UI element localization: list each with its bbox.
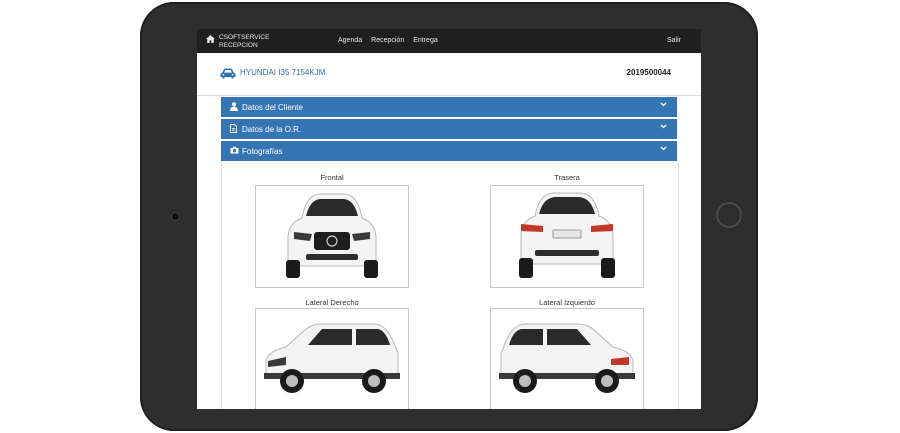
panel-order-data[interactable]: Datos de la O.R. (221, 119, 677, 139)
panel-photos[interactable]: Fotografías (221, 141, 677, 161)
nav-recepcion[interactable]: Recepción (371, 37, 404, 44)
app-screen: CSOFTSERVICE RECEPCION Agenda Recepción … (197, 29, 701, 409)
car-icon (220, 66, 236, 84)
document-icon (230, 124, 237, 135)
logout-link[interactable]: Salir (667, 37, 681, 44)
photo-left[interactable] (490, 308, 644, 409)
chevron-down-icon (660, 123, 667, 132)
photo-caption-right: Lateral Derecho (305, 298, 359, 307)
photo-caption-front: Frontal (320, 173, 344, 182)
nav-entrega[interactable]: Entrega (413, 37, 438, 44)
chevron-down-icon (660, 145, 667, 154)
user-icon (230, 102, 238, 113)
brand-name: CSOFTSERVICE (219, 34, 270, 41)
photo-caption-rear: Trasera (554, 173, 580, 182)
photos-panel-body: Frontal Trasera Lateral Derecho Lateral … (221, 163, 679, 409)
home-icon[interactable] (206, 35, 215, 45)
nav-agenda[interactable]: Agenda (338, 37, 362, 44)
photo-rear[interactable] (490, 185, 644, 288)
app-brand[interactable]: CSOFTSERVICE RECEPCION (219, 34, 269, 50)
vehicle-plate: HYUNDAI I35 7154KJM (240, 68, 326, 77)
top-navbar: CSOFTSERVICE RECEPCION Agenda Recepción … (197, 29, 701, 53)
photo-caption-left: Lateral Izquierdo (539, 298, 595, 307)
order-number: 2019500044 (626, 68, 672, 77)
panel-client-data[interactable]: Datos del Cliente (221, 97, 677, 117)
photo-right[interactable] (255, 308, 409, 409)
brand-module: RECEPCION (219, 42, 258, 49)
home-button[interactable] (716, 202, 742, 228)
panel-client-label: Datos del Cliente (242, 103, 303, 112)
main-nav: Agenda Recepción Entrega (338, 37, 438, 44)
camera-icon (230, 146, 239, 156)
vehicle-header: HYUNDAI I35 7154KJM 2019500044 (197, 53, 701, 96)
panel-order-label: Datos de la O.R. (242, 125, 302, 134)
panel-photos-label: Fotografías (242, 147, 283, 156)
camera-lens (171, 212, 180, 221)
photo-front[interactable] (255, 185, 409, 288)
chevron-down-icon (660, 101, 667, 110)
